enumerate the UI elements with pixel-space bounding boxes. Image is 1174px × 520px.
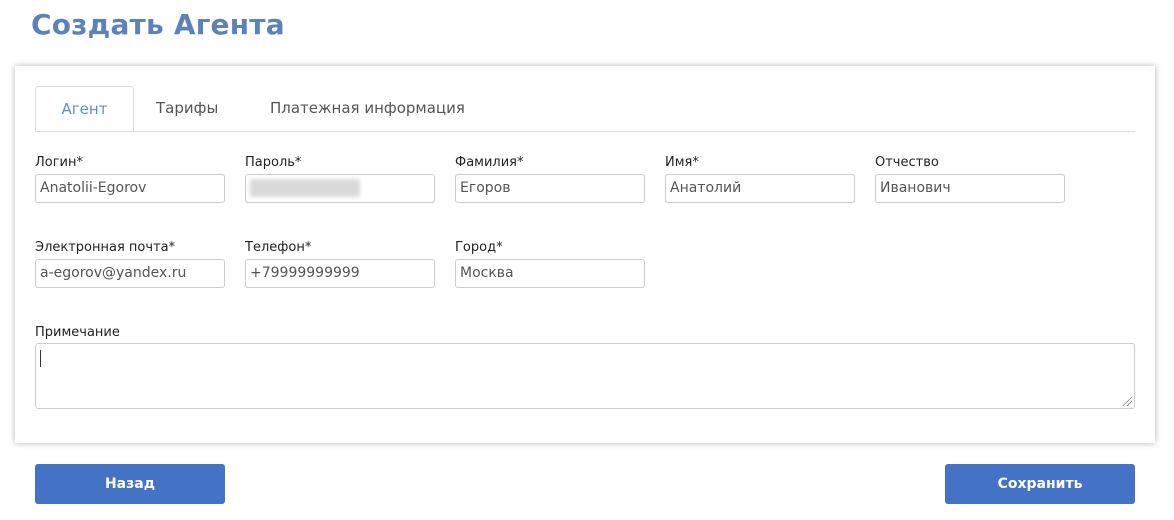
first-name-input[interactable]: Анатолий xyxy=(665,174,855,203)
last-name-group: Фамилия* Егоров xyxy=(455,155,645,203)
email-group: Электронная почта* a-egorov@yandex.ru xyxy=(35,240,225,288)
password-group: Пароль* xyxy=(245,155,435,203)
last-name-input[interactable]: Егоров xyxy=(455,174,645,203)
email-input[interactable]: a-egorov@yandex.ru xyxy=(35,259,225,288)
tab-tariffs[interactable]: Тарифы xyxy=(156,86,218,131)
email-label: Электронная почта* xyxy=(35,240,176,255)
note-textarea[interactable] xyxy=(35,343,1135,409)
tab-payment-info[interactable]: Платежная информация xyxy=(270,86,465,131)
text-caret xyxy=(40,350,41,367)
city-input[interactable]: Москва xyxy=(455,259,645,288)
note-group: Примечание xyxy=(35,325,1135,409)
save-button[interactable]: Сохранить xyxy=(945,464,1135,504)
city-group: Город* Москва xyxy=(455,240,645,288)
agent-form-card: Агент Тарифы Платежная информация Логин*… xyxy=(15,66,1155,443)
login-input[interactable]: Anatolii-Egorov xyxy=(35,174,225,203)
login-label: Логин* xyxy=(35,155,84,170)
phone-input[interactable]: +79999999999 xyxy=(245,259,435,288)
password-input[interactable] xyxy=(245,174,435,203)
patronymic-input[interactable]: Иванович xyxy=(875,174,1065,203)
first-name-label: Имя* xyxy=(665,155,699,170)
page-title: Создать Агента xyxy=(31,8,285,41)
city-label: Город* xyxy=(455,240,503,255)
phone-group: Телефон* +79999999999 xyxy=(245,240,435,288)
patronymic-group: Отчество Иванович xyxy=(875,155,1065,203)
patronymic-label: Отчество xyxy=(875,155,939,170)
password-redacted xyxy=(250,179,360,197)
first-name-group: Имя* Анатолий xyxy=(665,155,855,203)
back-button[interactable]: Назад xyxy=(35,464,225,504)
password-label: Пароль* xyxy=(245,155,302,170)
last-name-label: Фамилия* xyxy=(455,155,524,170)
tab-agent[interactable]: Агент xyxy=(35,86,134,131)
tab-bar: Агент Тарифы Платежная информация xyxy=(35,86,1135,132)
phone-label: Телефон* xyxy=(245,240,312,255)
note-label: Примечание xyxy=(35,325,120,340)
login-group: Логин* Anatolii-Egorov xyxy=(35,155,225,203)
resize-grip-icon[interactable] xyxy=(1123,397,1132,406)
